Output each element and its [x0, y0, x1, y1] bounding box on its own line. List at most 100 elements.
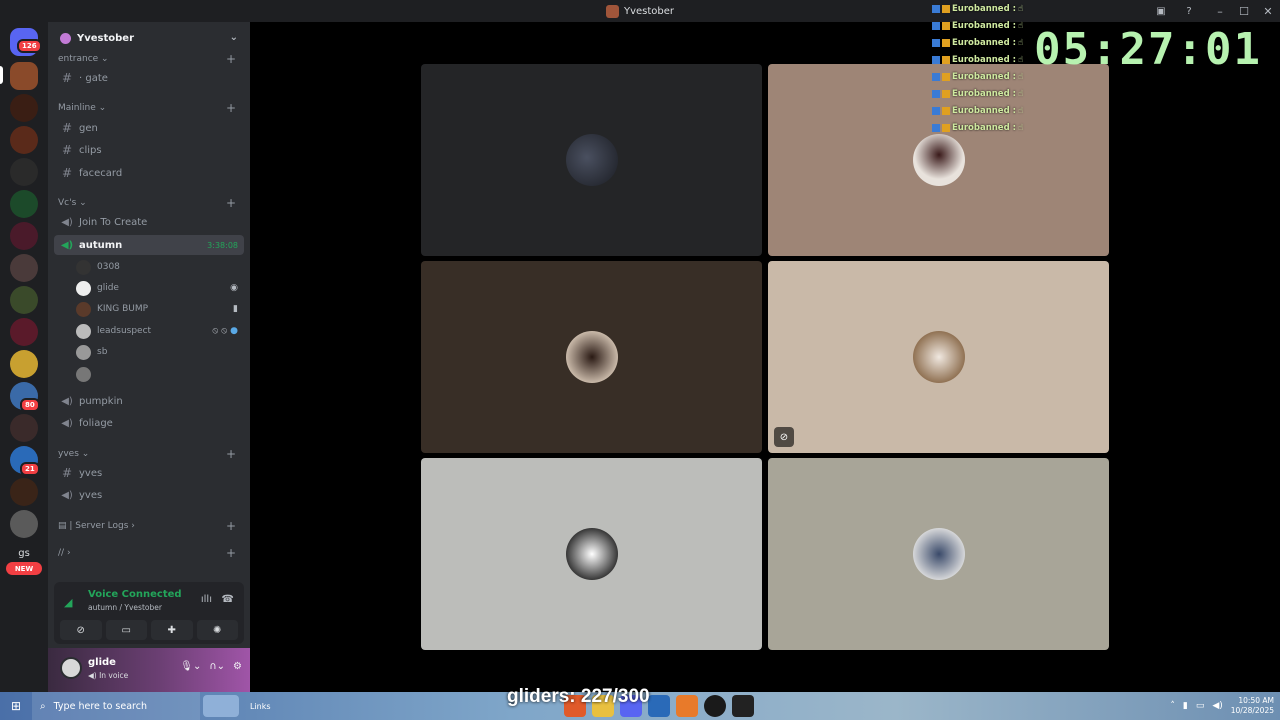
discord-window: Yvestober ▣ ? – ☐ ✕ 126 80 21 gs NEW Yve… [0, 0, 1280, 720]
server-yvestober[interactable] [10, 62, 38, 90]
chat-line: Eurobanned : ☝ [932, 17, 1042, 34]
network-icon[interactable]: ▭ [1196, 701, 1205, 711]
inbox-icon[interactable]: ▣ [1154, 4, 1168, 18]
server-item[interactable] [10, 222, 38, 250]
stream-icon: ◉ [230, 283, 238, 293]
server-item[interactable] [10, 478, 38, 506]
add-channel-icon[interactable]: + [226, 101, 236, 115]
camera-off-button[interactable]: ⊘ [60, 620, 102, 640]
gear-icon[interactable]: ⚙ [233, 661, 242, 672]
folder-icon: ▤ [58, 521, 70, 531]
help-icon[interactable]: ? [1182, 4, 1196, 18]
category-server-logs[interactable]: ▤ | Server Logs › + [58, 519, 240, 533]
channel-gate[interactable]: # · gate [54, 68, 244, 88]
server-item[interactable] [10, 158, 38, 186]
server-item[interactable] [10, 190, 38, 218]
stream-clock: 05:27:01 [1034, 24, 1262, 75]
chat-username: Eurobanned : [952, 122, 1017, 133]
category-entrance[interactable]: entrance ⌄ + [58, 52, 240, 66]
voice-user[interactable]: KING BUMP ▮ [76, 299, 244, 319]
volume-icon[interactable]: ◀) [1212, 701, 1222, 711]
microphone-icon[interactable]: 🎙︎⌄ [180, 661, 201, 672]
minimize-button[interactable]: – [1208, 0, 1232, 22]
headphones-icon[interactable]: ∩⌄ [209, 661, 225, 672]
channel-yves-voice[interactable]: ◀) yves [54, 485, 244, 505]
server-item[interactable] [10, 94, 38, 122]
channel-autumn[interactable]: ◀) autumn 3:38:08 [54, 235, 244, 255]
hand-icon: ☝ [1018, 54, 1024, 65]
chevron-up-icon[interactable]: ˄ [1170, 701, 1175, 711]
channel-yves-text[interactable]: # yves [54, 463, 244, 483]
app-icon[interactable] [675, 695, 698, 717]
server-item[interactable] [10, 318, 38, 346]
server-item[interactable] [10, 286, 38, 314]
voice-user[interactable] [76, 364, 244, 384]
hash-icon: # [61, 466, 73, 480]
add-channel-icon[interactable]: + [226, 447, 236, 461]
maximize-button[interactable]: ☐ [1232, 0, 1256, 22]
video-tile[interactable] [421, 458, 762, 650]
server-gs[interactable]: gs [10, 548, 38, 559]
add-channel-icon[interactable]: + [226, 519, 236, 533]
video-tile[interactable] [421, 261, 762, 453]
channel-join-to-create[interactable]: ◀) Join To Create [54, 212, 244, 232]
channel-pumpkin[interactable]: ◀) pumpkin [54, 391, 244, 411]
add-channel-icon[interactable]: + [226, 52, 236, 66]
badge-icon [932, 4, 940, 13]
server-item[interactable] [10, 414, 38, 442]
close-button[interactable]: ✕ [1256, 0, 1280, 22]
add-channel-icon[interactable]: + [226, 546, 236, 560]
badge-icon [932, 72, 940, 81]
noise-suppression-icon[interactable]: ıllı [201, 594, 212, 605]
category-slashes[interactable]: // › + [58, 546, 240, 560]
channel-label: autumn [79, 239, 123, 251]
avatar [912, 528, 965, 580]
server-item[interactable] [10, 126, 38, 154]
system-clock[interactable]: 10:50 AM 10/28/2025 [1231, 696, 1274, 716]
widget-icon[interactable] [203, 695, 239, 717]
avatar[interactable] [60, 657, 82, 679]
obs-icon[interactable] [703, 695, 726, 717]
video-tile[interactable] [421, 64, 762, 256]
app-icon[interactable] [647, 695, 670, 717]
avatar [912, 134, 965, 186]
links-toolbar[interactable]: Links [250, 702, 271, 711]
soundboard-button[interactable]: ✺ [196, 620, 238, 640]
windows-start-icon[interactable]: ⊞ [0, 692, 32, 720]
chat-username: Eurobanned : [952, 37, 1017, 48]
taskbar-search[interactable]: ⌕ Type here to search [32, 692, 200, 720]
screen-share-button[interactable]: ▭ [105, 620, 147, 640]
chevron-down-icon: ⌄ [229, 32, 238, 43]
voice-user[interactable]: sb [76, 342, 244, 362]
category-yves[interactable]: yves ⌄ + [58, 447, 240, 461]
chat-line: Eurobanned : ☝ [932, 102, 1042, 119]
epic-games-icon[interactable] [731, 695, 754, 717]
video-tile[interactable]: ⊘ [768, 261, 1109, 453]
server-item[interactable] [10, 510, 38, 538]
guild-header[interactable]: Yvestober ⌄ [48, 22, 250, 54]
add-channel-icon[interactable]: + [226, 196, 236, 210]
muted-icon: ⦸ [212, 326, 219, 336]
camera-off-icon: ⊘ [774, 427, 794, 447]
user-name[interactable]: glide [88, 657, 116, 668]
voice-user[interactable]: glide ◉ [76, 278, 244, 298]
category-mainline[interactable]: Mainline ⌄ + [58, 101, 240, 115]
channel-clips[interactable]: # clips [54, 140, 244, 160]
category-vcs[interactable]: Vc's ⌄ + [58, 196, 240, 210]
video-tile[interactable] [768, 458, 1109, 650]
server-item[interactable] [10, 350, 38, 378]
server-item[interactable] [10, 254, 38, 282]
chat-username: Eurobanned : [952, 105, 1017, 116]
voice-user[interactable]: 0308 [76, 257, 244, 277]
channel-foliage[interactable]: ◀) foliage [54, 413, 244, 433]
chat-line: Eurobanned : ☝ [932, 119, 1042, 136]
voice-connected-title[interactable]: Voice Connected [88, 589, 182, 600]
voice-user[interactable]: leadsuspect ⦸ ⦸ ● [76, 321, 244, 341]
server-icon [605, 4, 619, 18]
channel-gen[interactable]: # gen [54, 118, 244, 138]
channel-facecard[interactable]: # facecard [54, 163, 244, 183]
activities-button[interactable]: ✚ [151, 620, 193, 640]
avatar [565, 134, 618, 186]
disconnect-icon[interactable]: ☎ [222, 594, 234, 605]
microphone-icon[interactable]: ▮ [1183, 701, 1188, 711]
